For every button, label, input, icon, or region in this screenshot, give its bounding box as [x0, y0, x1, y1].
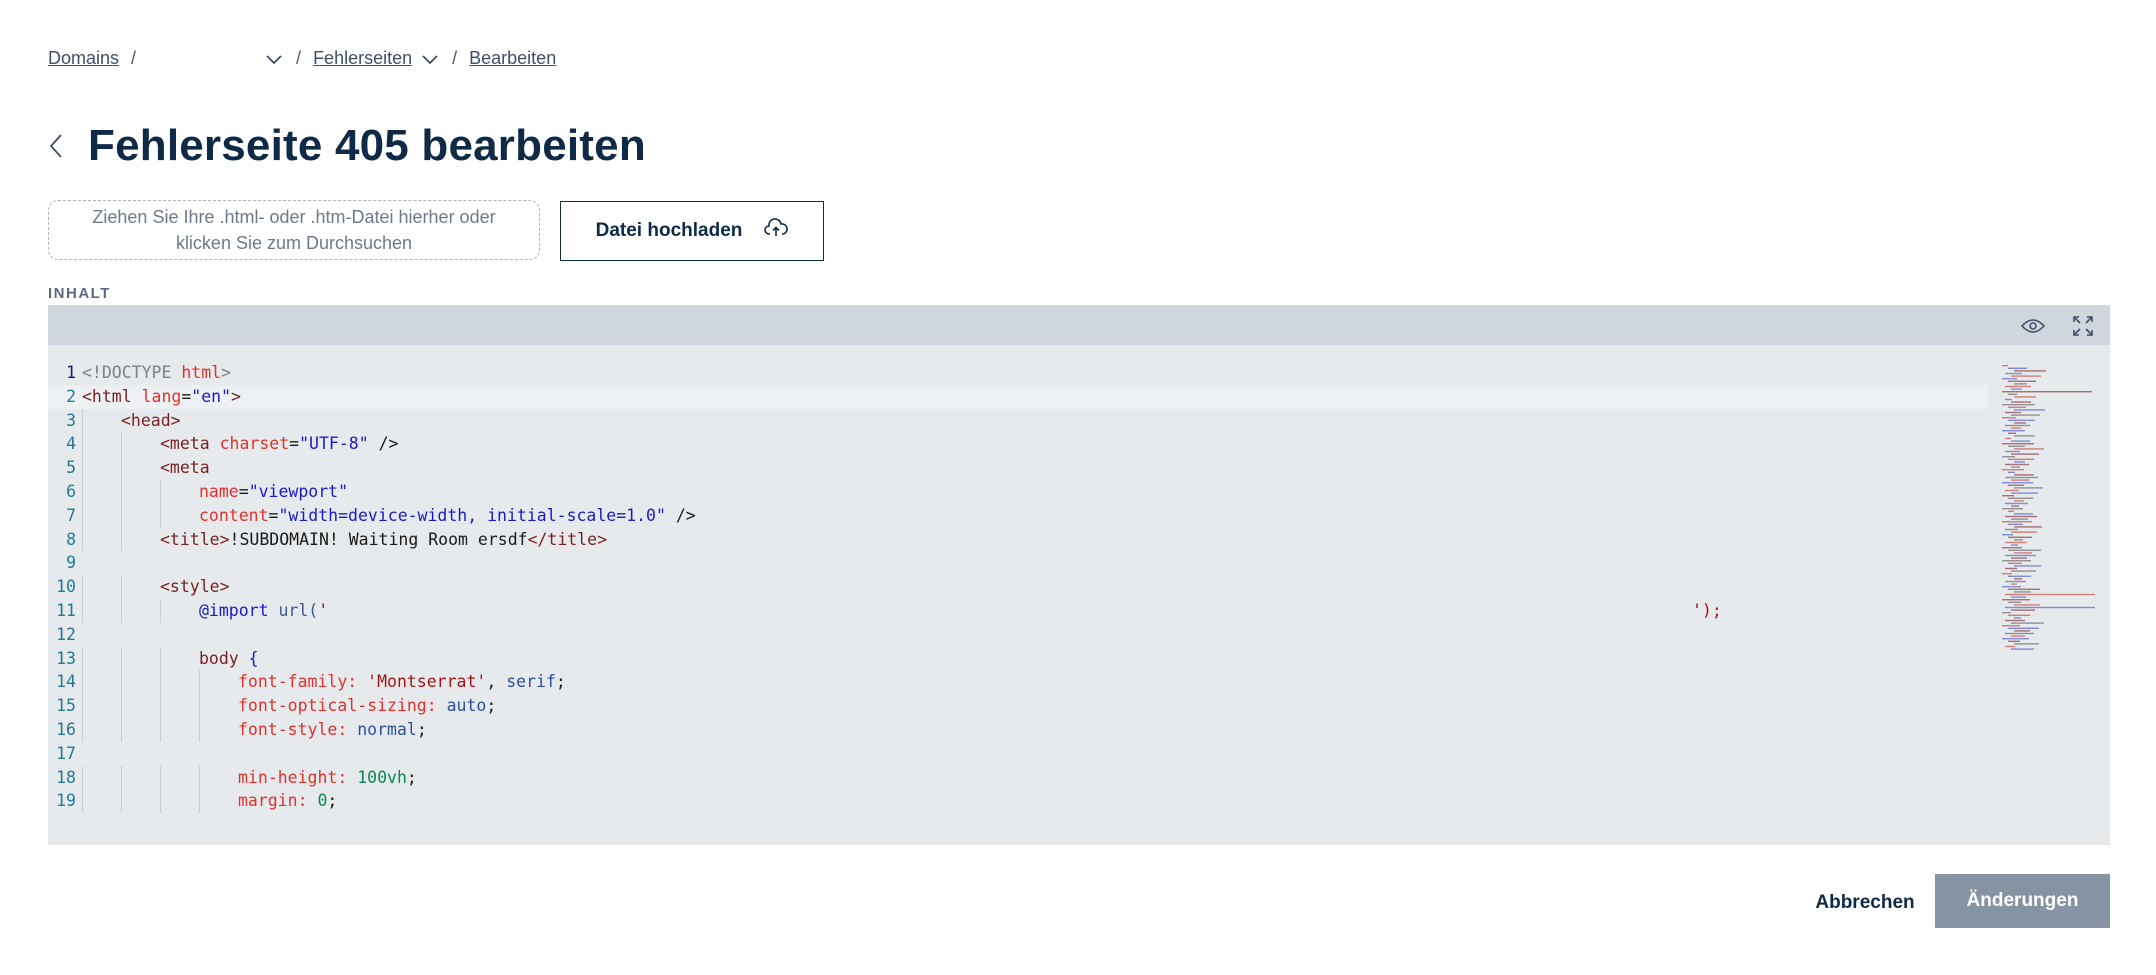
breadcrumb-fehlerseiten-link[interactable]: Fehlerseiten — [313, 48, 412, 69]
code-text: <title>!SUBDOMAIN! Waiting Room ersdf</t… — [82, 527, 607, 552]
code-editor[interactable]: 1 <!DOCTYPE html> 2 <html lang="en"> 3 <head>… — [48, 305, 2110, 845]
line-number: 10 — [56, 577, 76, 597]
code-text: <style> — [82, 575, 230, 599]
breadcrumb-domains-link[interactable]: Domains — [48, 48, 119, 69]
line-number: 12 — [56, 624, 76, 644]
code-line[interactable]: 1 <!DOCTYPE html> — [48, 361, 1988, 385]
title-row: Fehlerseite 405 bearbeiten — [48, 92, 646, 201]
code-text: body { — [82, 646, 259, 671]
line-number: 1 — [66, 363, 76, 382]
chevron-down-icon[interactable] — [420, 49, 440, 69]
dropzone-line-1: Ziehen Sie Ihre .html- oder .htm-Datei h… — [92, 207, 496, 227]
code-text: margin: 0; — [82, 789, 337, 814]
code-line[interactable]: 11 @import url(' '); — [48, 598, 1988, 623]
code-line[interactable]: 13 body { — [48, 646, 1988, 671]
code-line[interactable]: 2 <html lang="en"> — [48, 384, 1988, 409]
breadcrumb-separator: / — [296, 48, 302, 68]
line-number: 14 — [56, 672, 76, 692]
code-line[interactable]: 3 <head> — [48, 408, 1988, 433]
code-line[interactable]: 6 name="viewport" — [48, 479, 1988, 504]
code-line[interactable]: 18 min-height: 100vh; — [48, 765, 1988, 790]
code-line[interactable]: 7 content="width=device-width, initial-sc… — [48, 503, 1988, 528]
code-area[interactable]: 1 <!DOCTYPE html> 2 <html lang="en"> 3 <head>… — [48, 361, 1988, 825]
code-text: font-optical-sizing: auto; — [82, 694, 496, 718]
line-number: 17 — [56, 743, 76, 763]
code-line[interactable]: 8 <title>!SUBDOMAIN! Waiting Room ersdf</… — [48, 527, 1988, 552]
code-text: font-style: normal; — [82, 717, 427, 742]
code-text: <meta charset="UTF-8" /> — [82, 432, 398, 457]
chevron-down-icon[interactable] — [264, 49, 284, 69]
code-line[interactable]: 4 <meta charset="UTF-8" /> — [48, 432, 1988, 457]
file-dropzone[interactable]: Ziehen Sie Ihre .html- oder .htm-Datei h… — [48, 200, 540, 260]
line-number: 3 — [66, 410, 76, 430]
page-title: Fehlerseite 405 bearbeiten — [88, 121, 646, 171]
breadcrumb-separator: / — [452, 48, 458, 68]
upload-button-label: Datei hochladen — [595, 220, 743, 241]
code-line[interactable]: 10 <style> — [48, 575, 1988, 599]
line-number: 6 — [66, 481, 76, 501]
fullscreen-icon[interactable] — [2070, 313, 2096, 339]
breadcrumb-separator: / — [131, 48, 137, 68]
breadcrumb-bearbeiten-link[interactable]: Bearbeiten — [469, 48, 556, 69]
upload-file-button[interactable]: Datei hochladen — [560, 201, 824, 261]
line-number: 16 — [56, 719, 76, 739]
code-text: content="width=device-width, initial-sca… — [82, 503, 696, 528]
line-number: 9 — [66, 553, 76, 573]
line-number: 4 — [66, 434, 76, 454]
code-text: <meta — [82, 456, 210, 480]
editor-toolbar — [48, 305, 2110, 345]
breadcrumb: Domains / / Fehlerseiten / Bearbeiten — [48, 48, 556, 69]
line-number: 11 — [56, 600, 76, 620]
line-number: 5 — [66, 458, 76, 478]
code-text: @import url(' '); — [82, 598, 1722, 623]
line-number: 15 — [56, 696, 76, 716]
code-text: font-family: 'Montserrat', serif; — [82, 670, 566, 695]
line-number: 8 — [66, 529, 76, 549]
line-number: 18 — [56, 767, 76, 787]
code-text: min-height: 100vh; — [82, 765, 417, 790]
back-chevron-icon[interactable] — [48, 126, 74, 166]
code-text: name="viewport" — [82, 479, 348, 504]
line-number: 19 — [56, 791, 76, 811]
content-section-label: INHALT — [48, 285, 111, 302]
code-line[interactable]: 17 — [48, 742, 1988, 766]
line-number: 7 — [66, 505, 76, 525]
code-text: <html lang="en"> — [82, 386, 241, 406]
eye-icon[interactable] — [2020, 313, 2046, 339]
code-line[interactable]: 9 — [48, 551, 1988, 575]
save-changes-button[interactable]: Änderungen — [1935, 874, 2110, 928]
cancel-button[interactable]: Abbrechen — [1805, 876, 1925, 930]
line-number: 13 — [56, 648, 76, 668]
dropzone-line-2: klicken Sie zum Durchsuchen — [175, 233, 413, 253]
code-line[interactable]: 12 — [48, 623, 1988, 647]
code-line[interactable]: 5 <meta — [48, 456, 1988, 480]
code-text: <head> — [82, 408, 181, 433]
cloud-upload-icon — [764, 218, 789, 244]
editor-minimap[interactable] — [1996, 361, 2110, 661]
code-line[interactable]: 15 font-optical-sizing: auto; — [48, 694, 1988, 718]
line-number: 2 — [66, 386, 76, 406]
code-line[interactable]: 14 font-family: 'Montserrat', serif; — [48, 670, 1988, 695]
code-text: <!DOCTYPE html> — [82, 363, 232, 382]
code-line[interactable]: 16 font-style: normal; — [48, 717, 1988, 742]
code-line[interactable]: 19 margin: 0; — [48, 789, 1988, 814]
dropzone-text: Ziehen Sie Ihre .html- oder .htm-Datei h… — [92, 204, 495, 256]
